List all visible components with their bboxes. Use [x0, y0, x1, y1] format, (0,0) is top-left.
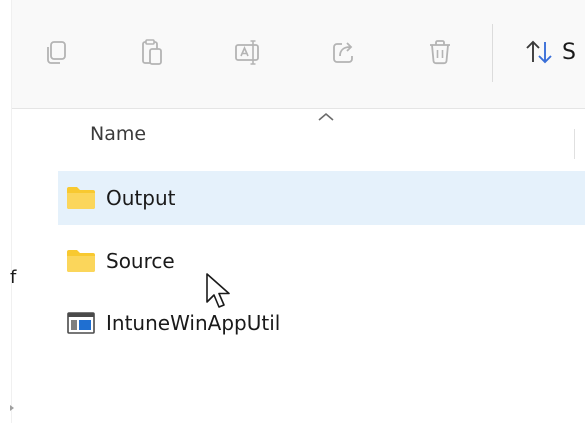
folder-icon: [66, 246, 96, 276]
navigation-pane: [0, 0, 12, 423]
copy-icon: [47, 41, 66, 64]
rename-button[interactable]: [228, 30, 268, 74]
file-name: IntuneWinAppUtil: [106, 311, 281, 335]
column-divider[interactable]: [574, 129, 575, 159]
application-icon: [66, 308, 96, 338]
sort-ascending-caret-icon: [318, 112, 334, 121]
file-row-output[interactable]: Output: [58, 171, 585, 225]
command-bar: S: [12, 0, 585, 109]
paste-button[interactable]: [132, 30, 172, 74]
paste-icon: [142, 39, 162, 65]
copy-button[interactable]: [36, 30, 76, 74]
sort-icon: [526, 40, 552, 64]
share-icon: [333, 42, 353, 63]
toolbar-separator: [492, 24, 493, 82]
navigation-pane-item-text[interactable]: f: [10, 269, 16, 287]
sort-button-label: S: [562, 39, 576, 65]
delete-button[interactable]: [420, 30, 460, 74]
sort-button[interactable]: S: [522, 30, 576, 74]
file-explorer-window: f S Name Output Source IntuneWinAppUtil: [0, 0, 585, 423]
rename-icon: [235, 40, 259, 65]
expand-chevron-icon[interactable]: [10, 405, 14, 411]
folder-icon: [66, 183, 96, 213]
file-row-intunewinapputil[interactable]: IntuneWinAppUtil: [58, 296, 585, 350]
column-header-name[interactable]: Name: [90, 123, 146, 145]
share-button[interactable]: [324, 30, 364, 74]
file-row-source[interactable]: Source: [58, 234, 585, 288]
file-name: Source: [106, 249, 175, 273]
file-name: Output: [106, 186, 176, 210]
mouse-pointer-icon: [206, 273, 230, 308]
delete-icon: [430, 40, 450, 65]
column-header-row: Name: [12, 109, 585, 161]
